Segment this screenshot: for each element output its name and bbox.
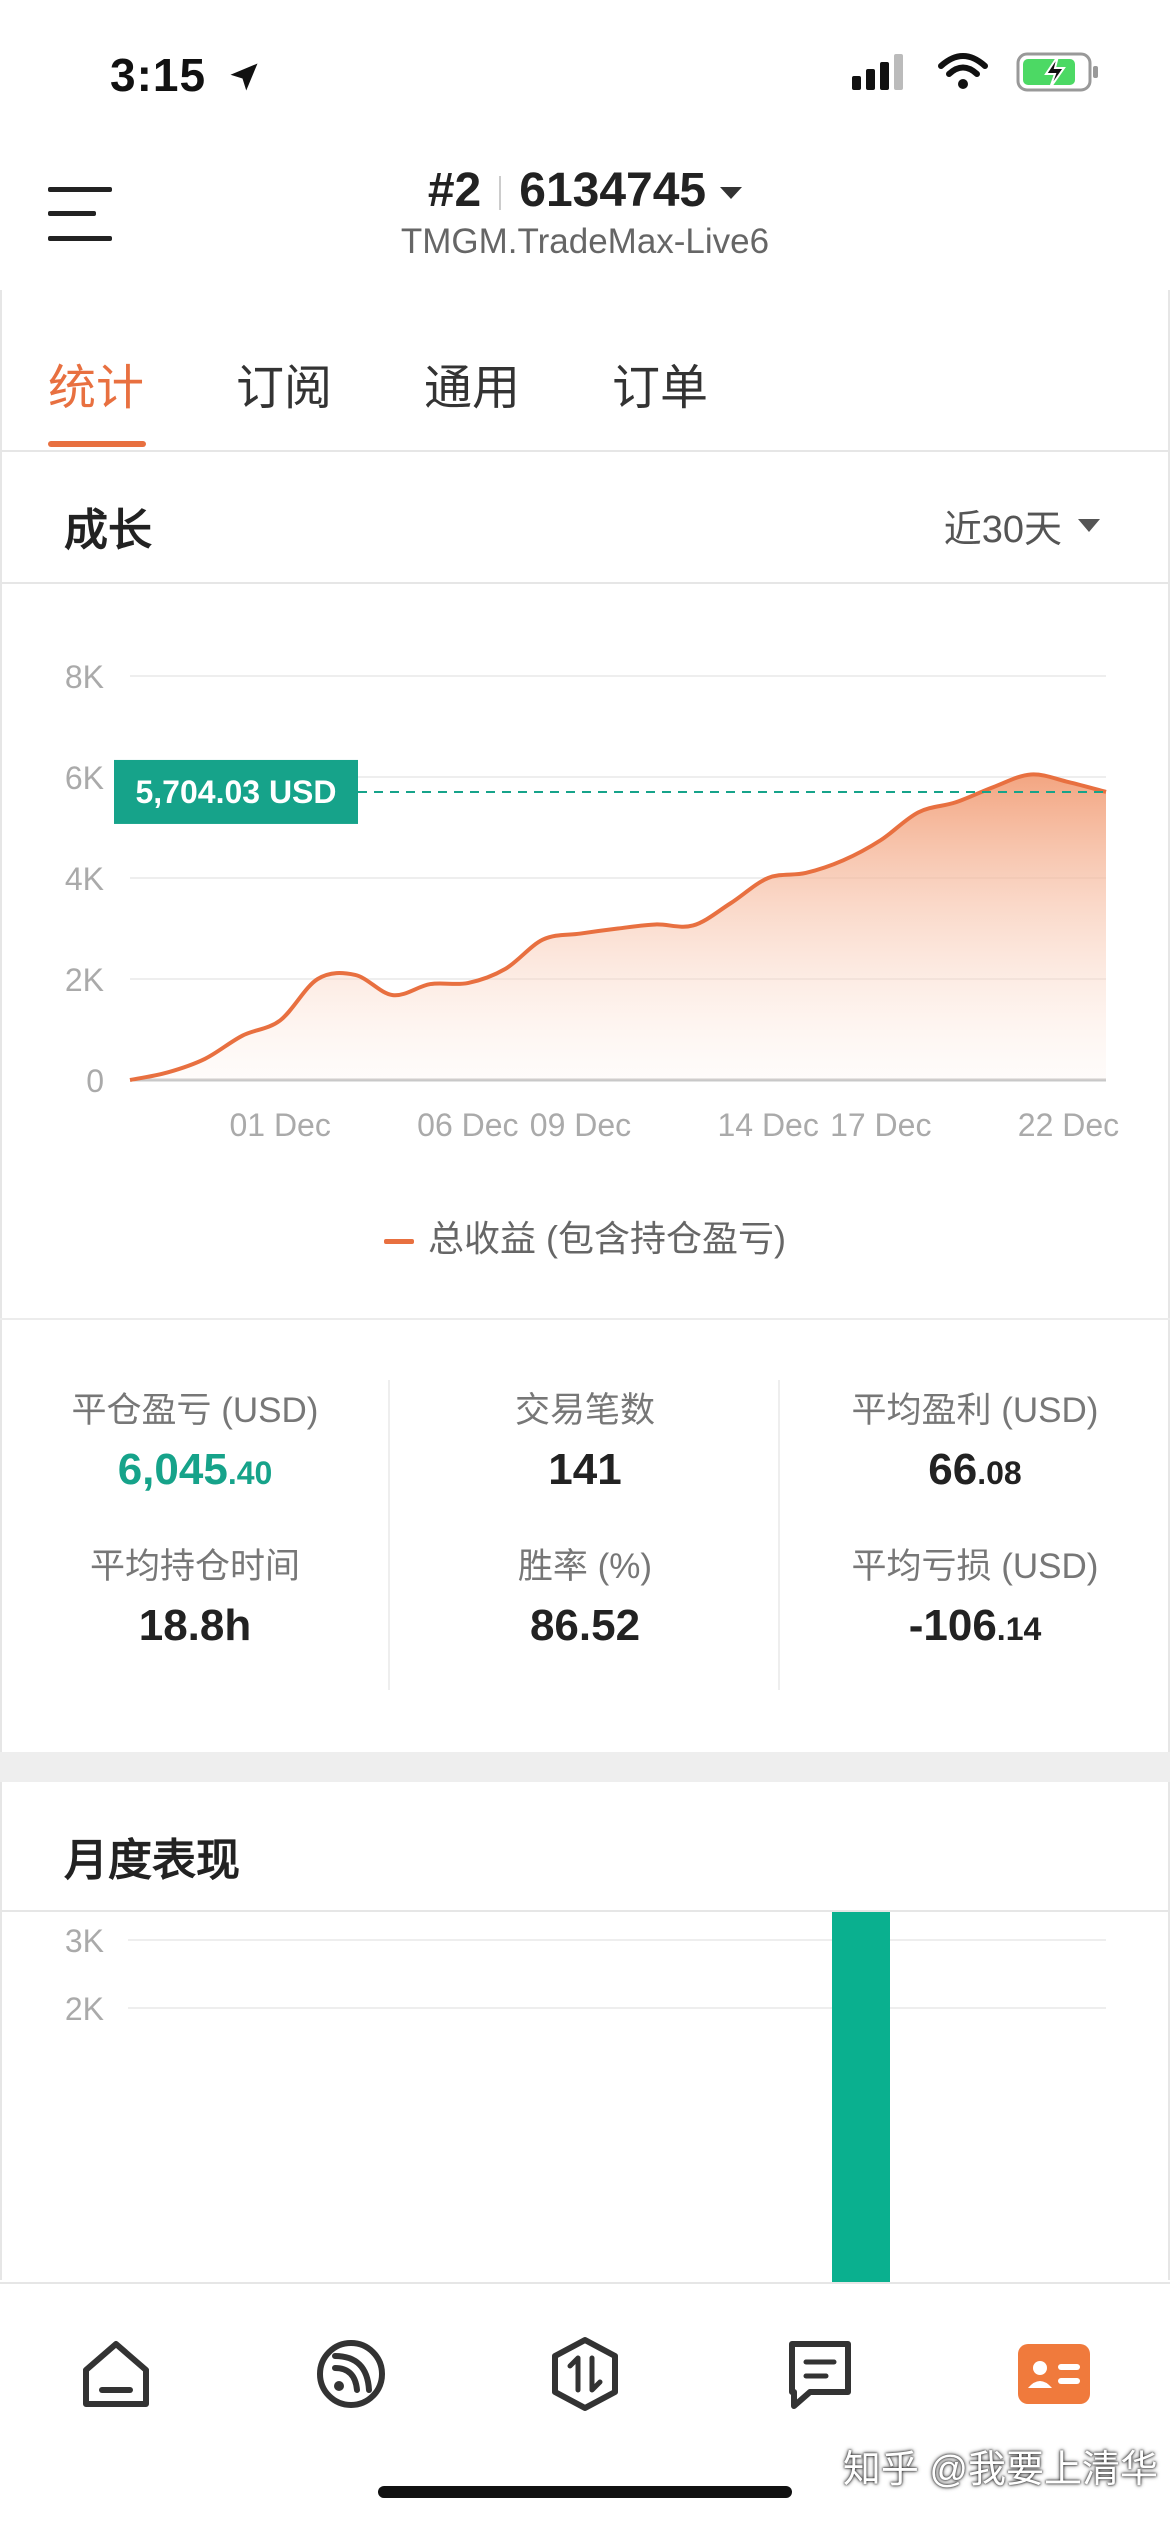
nav-profile[interactable] (1014, 2334, 1094, 2414)
y-tick-label: 3K (65, 1923, 104, 1959)
stat-label: 交易笔数 (514, 1391, 655, 1430)
server-name: TMGM.TradeMax-Live6 (400, 222, 770, 261)
stat-label: 胜率 (%) (517, 1547, 653, 1586)
stat-trade-count: 交易笔数 141 (390, 1382, 780, 1495)
stat-avg-loss: 平均亏损 (USD) -106.14 (780, 1538, 1170, 1651)
monthly-title: 月度表现 (64, 1836, 240, 1885)
stats-divider (778, 1380, 780, 1690)
current-value-badge: 5,704.03 USD (114, 759, 358, 824)
time-range-label: 近30天 (943, 509, 1062, 551)
growth-chart: 0 2K 4K 6K 8K 01 Dec 06 Dec 09 Dec 14 Dec 17 Dec… (65, 659, 1119, 1143)
x-tick-label: 01 Dec (229, 1107, 330, 1143)
tab-subscriptions[interactable]: 订阅 (236, 348, 332, 418)
x-tick-label: 09 Dec (530, 1107, 631, 1143)
stat-label: 平仓盈亏 (USD) (71, 1391, 319, 1430)
section-gap (0, 1752, 1170, 1782)
y-tick-label: 8K (65, 659, 104, 695)
tab-bar: 统计 订阅 通用 订单 (0, 290, 1170, 452)
stat-value: -106.14 (908, 1601, 1042, 1650)
stat-label: 平均持仓时间 (89, 1547, 300, 1586)
x-tick-label: 17 Dec (830, 1107, 931, 1143)
stat-value: 86.52 (529, 1601, 641, 1650)
trade-icon (552, 2337, 618, 2411)
legend-swatch (384, 1238, 414, 1244)
account-index: #2 (427, 164, 482, 217)
growth-title: 成长 (64, 506, 152, 555)
account-selector[interactable]: #2 6134745 (0, 163, 1170, 218)
stat-value: 6,045.40 (117, 1445, 273, 1494)
stat-avg-hold-time: 平均持仓时间 18.8h (0, 1538, 390, 1651)
stat-avg-profit: 平均盈利 (USD) 66.08 (780, 1382, 1170, 1495)
nav-trade[interactable] (545, 2334, 625, 2414)
account-separator (499, 176, 502, 211)
y-tick-label: 2K (65, 962, 104, 998)
monthly-chart: 2K3K4K5K6K (65, 1912, 1106, 2282)
growth-header: 成长 近30天 (0, 454, 1170, 584)
watermark: 知乎 @我要上清华 (842, 2449, 1158, 2491)
nav-home[interactable] (76, 2334, 156, 2414)
signal-feed-icon (317, 2340, 385, 2408)
y-tick-label: 0 (86, 1063, 104, 1099)
status-time: 3:15 (110, 48, 262, 102)
stat-closed-pnl: 平仓盈亏 (USD) 6,045.40 (0, 1382, 390, 1495)
account-number: 6134745 (519, 164, 707, 217)
tab-general[interactable]: 通用 (424, 348, 520, 418)
profile-card-icon (1018, 2344, 1090, 2404)
message-icon (789, 2341, 851, 2409)
stat-value: 18.8h (138, 1601, 252, 1650)
stat-win-rate: 胜率 (%) 86.52 (390, 1538, 780, 1651)
section-divider (0, 1318, 1170, 1320)
wifi-icon (938, 53, 988, 89)
tab-orders[interactable]: 订单 (612, 348, 708, 418)
active-tab-indicator (48, 441, 146, 447)
stat-value: 66.08 (928, 1445, 1022, 1494)
nav-messages[interactable] (780, 2334, 860, 2414)
x-tick-label: 06 Dec (417, 1107, 518, 1143)
navigation-arrow-icon (230, 63, 258, 91)
dropdown-caret-icon (1078, 519, 1100, 532)
y-tick-label: 6K (65, 760, 104, 796)
time-range-dropdown[interactable]: 近30天 (944, 498, 1100, 553)
nav-signals[interactable] (311, 2334, 391, 2414)
y-tick-label: 4K (65, 861, 104, 897)
dropdown-caret-icon (720, 187, 743, 200)
status-icons (852, 52, 1100, 92)
signal-icon (852, 54, 903, 90)
monthly-bar[interactable] (832, 1912, 890, 2282)
stats-divider (388, 1380, 390, 1690)
y-tick-label: 2K (65, 1991, 104, 2027)
growth-legend: 总收益 (包含持仓盈亏) (0, 1210, 1170, 1262)
home-icon (83, 2341, 149, 2407)
home-indicator (378, 2486, 792, 2498)
stat-label: 平均亏损 (USD) (851, 1547, 1099, 1586)
x-tick-label: 14 Dec (717, 1107, 818, 1143)
battery-charging-icon (1016, 52, 1098, 92)
stat-label: 平均盈利 (USD) (851, 1391, 1099, 1430)
monthly-header: 月度表现 (0, 1782, 1170, 1912)
tab-statistics[interactable]: 统计 (48, 348, 144, 418)
x-tick-label: 22 Dec (1018, 1107, 1119, 1143)
legend-label: 总收益 (包含持仓盈亏) (428, 1218, 786, 1259)
stat-value: 141 (548, 1445, 622, 1494)
current-value-label: 5,704.03 USD (135, 774, 336, 810)
